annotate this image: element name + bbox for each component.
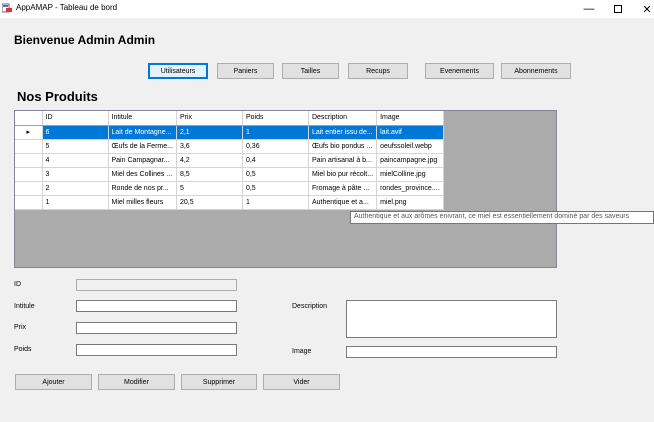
cell-description[interactable]: Œufs bio pondus ... [308,139,378,154]
row-header[interactable] [15,139,43,154]
cell-poids[interactable]: 0,5 [242,181,309,196]
row-header[interactable] [15,153,43,168]
cell-poids[interactable]: 1 [242,195,309,210]
row-header[interactable] [15,195,43,210]
nav-recups-button[interactable]: Recups [348,63,408,79]
nav-tailles-button[interactable]: Tailles [282,63,339,79]
modifier-button[interactable]: Modifier [98,374,175,390]
cell-image[interactable]: mielColline.jpg [376,167,444,182]
cell-id[interactable]: 6 [42,125,109,140]
id-label: ID [14,281,21,288]
window-title: AppAMAP - Tableau de bord [16,3,118,12]
cell-prix[interactable]: 8,5 [176,167,243,182]
cell-intitule[interactable]: Miel des Collines ... [108,167,177,182]
cell-image[interactable]: lait.avif [376,125,444,140]
cell-intitule[interactable]: Pain Campagnar... [108,153,177,168]
cell-prix[interactable]: 20,5 [176,195,243,210]
ajouter-button[interactable]: Ajouter [15,374,92,390]
cell-poids[interactable]: 0,4 [242,153,309,168]
vider-button[interactable]: Vider [263,374,340,390]
current-row-arrow-icon: ▸ [26,129,30,136]
row-header[interactable]: ▸ [15,125,43,140]
close-button[interactable]: ✕ [630,0,654,18]
cell-id[interactable]: 5 [42,139,109,154]
row-header[interactable] [15,167,43,182]
cell-prix[interactable]: 2,1 [176,125,243,140]
cell-image[interactable]: miel.png [376,195,444,210]
row-header[interactable] [15,181,43,196]
prix-field[interactable] [76,322,237,334]
table-row[interactable]: 4 Pain Campagnar... 4,2 0,4 Pain artisan… [15,153,444,168]
column-header-prix[interactable]: Prix [176,111,243,126]
image-field[interactable] [346,346,557,358]
cell-id[interactable]: 4 [42,153,109,168]
cell-image[interactable]: paincampagne.jpg [376,153,444,168]
cell-description[interactable]: Authentique et a... [308,195,378,210]
cell-image[interactable]: rondes_province.... [376,181,444,196]
cell-id[interactable]: 3 [42,167,109,182]
products-table: ID Intitule Prix Poids Description Image… [15,111,444,210]
welcome-heading: Bienvenue Admin Admin [14,33,156,47]
minimize-icon: — [583,3,595,15]
column-header-poids[interactable]: Poids [242,111,309,126]
id-field[interactable] [76,279,237,291]
table-row[interactable]: 2 Ronde de nos pr... 5 0,5 Fromage à pât… [15,181,444,196]
table-row[interactable]: 1 Miel milles fleurs 20,5 1 Authentique … [15,195,444,210]
nav-abonnements-button[interactable]: Abonnements [501,63,571,79]
poids-label: Poids [14,346,32,353]
table-row[interactable]: 3 Miel des Collines ... 8,5 0,5 Miel bio… [15,167,444,182]
title-bar: AppAMAP - Tableau de bord — ✕ [0,0,654,18]
products-grid[interactable]: ID Intitule Prix Poids Description Image… [14,110,557,268]
prix-label: Prix [14,324,27,331]
cell-id[interactable]: 2 [42,181,109,196]
supprimer-button[interactable]: Supprimer [181,374,257,390]
products-title: Nos Produits [17,89,98,104]
table-row[interactable]: ▸ 6 Lait de Montagne... 2,1 1 Lait entie… [15,125,444,140]
nav-evenements-button[interactable]: Evenements [425,63,494,79]
cell-description[interactable]: Miel bio pur récolt... [308,167,378,182]
cell-poids[interactable]: 0,36 [242,139,309,154]
cell-description[interactable]: Fromage à pâte ... [308,181,378,196]
close-icon: ✕ [642,3,652,16]
app-icon [2,3,12,13]
image-label: Image [292,348,312,355]
column-header-image[interactable]: Image [376,111,444,126]
nav-utilisateurs-button[interactable]: Utilisateurs [148,63,208,79]
cell-prix[interactable]: 3,6 [176,139,243,154]
cell-prix[interactable]: 4,2 [176,153,243,168]
intitule-field[interactable] [76,300,237,312]
cell-prix[interactable]: 5 [176,181,243,196]
cell-intitule[interactable]: Lait de Montagne... [108,125,177,140]
column-header-description[interactable]: Description [308,111,378,126]
maximize-icon [614,5,622,13]
cell-intitule[interactable]: Miel milles fleurs [108,195,177,210]
table-row[interactable]: 5 Œufs de la Ferme... 3,6 0,36 Œufs bio … [15,139,444,154]
cell-image[interactable]: oeufssoleil.webp [376,139,444,154]
description-textarea[interactable] [346,300,557,338]
table-header-row: ID Intitule Prix Poids Description Image [15,111,444,126]
column-header-id[interactable]: ID [42,111,109,126]
cell-description[interactable]: Lait entier issu de... [308,125,378,140]
cell-intitule[interactable]: Ronde de nos pr... [108,181,177,196]
cell-id[interactable]: 1 [42,195,109,210]
row-header-corner [15,111,43,126]
description-label: Description [292,303,328,310]
cell-poids[interactable]: 1 [242,125,309,140]
cell-intitule[interactable]: Œufs de la Ferme... [108,139,177,154]
cell-description[interactable]: Pain artisanal à b... [308,153,378,168]
intitule-label: Intitule [14,303,35,310]
description-tooltip: Authentique et aux arômes enivrant, ce m… [350,211,654,224]
poids-field[interactable] [76,344,237,356]
nav-paniers-button[interactable]: Paniers [217,63,274,79]
cell-poids[interactable]: 0,5 [242,167,309,182]
column-header-intitule[interactable]: Intitule [108,111,177,126]
